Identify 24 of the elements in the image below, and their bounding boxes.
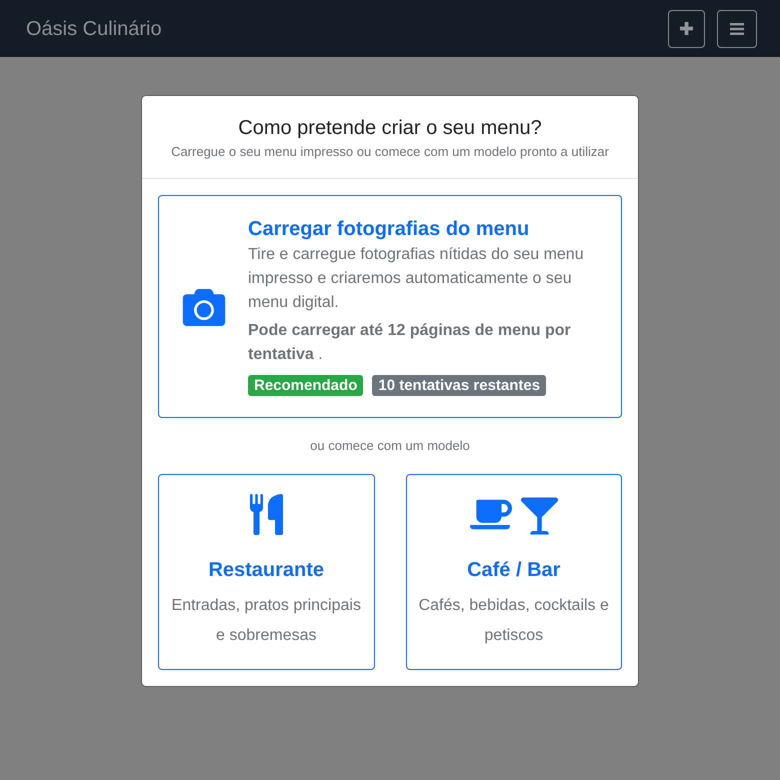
camera-icon [182, 289, 226, 326]
fork-knife-icon [250, 494, 283, 535]
plus-icon [680, 22, 693, 35]
brand-title[interactable]: Oásis Culinário [26, 16, 162, 40]
upload-option-description: Tire e carregue fotografias nítidas do seu menu impresso e criaremos automaticamente o seu menu digital. [248, 245, 585, 313]
template-card[interactable]: Café / Bar Cafés, bebidas, cocktails e petiscos [406, 474, 622, 670]
divider-text: ou comece com um modelo [309, 437, 471, 455]
status-badge: 10 tentativas restantes [372, 375, 546, 396]
modal-subtitle: Carregue o seu menu impresso ou comece com um modelo pronto a utilizar [170, 143, 610, 161]
template-description: Entradas, pratos principais e sobremesas [170, 596, 362, 646]
upload-limit-note: Pode carregar até 12 páginas de menu por tentativa . [248, 321, 572, 365]
modal-title: Como pretende criar o seu menu? [237, 116, 543, 140]
template-description: Cafés, bebidas, cocktails e petiscos [418, 596, 610, 646]
menu-button[interactable] [717, 10, 757, 48]
cocktail-glass-icon [520, 497, 558, 535]
add-button[interactable] [668, 10, 705, 48]
coffee-cup-icon [470, 497, 512, 532]
status-badge: Recomendado [248, 375, 364, 396]
upload-option-title: Carregar fotografias do menu [248, 217, 530, 241]
template-title: Café / Bar [466, 558, 562, 582]
template-card[interactable]: Restaurante Entradas, pratos principais e sobremesas [158, 474, 374, 670]
upload-option-card[interactable] [158, 195, 622, 418]
template-title: Restaurante [207, 558, 326, 582]
menu-icon [730, 22, 744, 34]
